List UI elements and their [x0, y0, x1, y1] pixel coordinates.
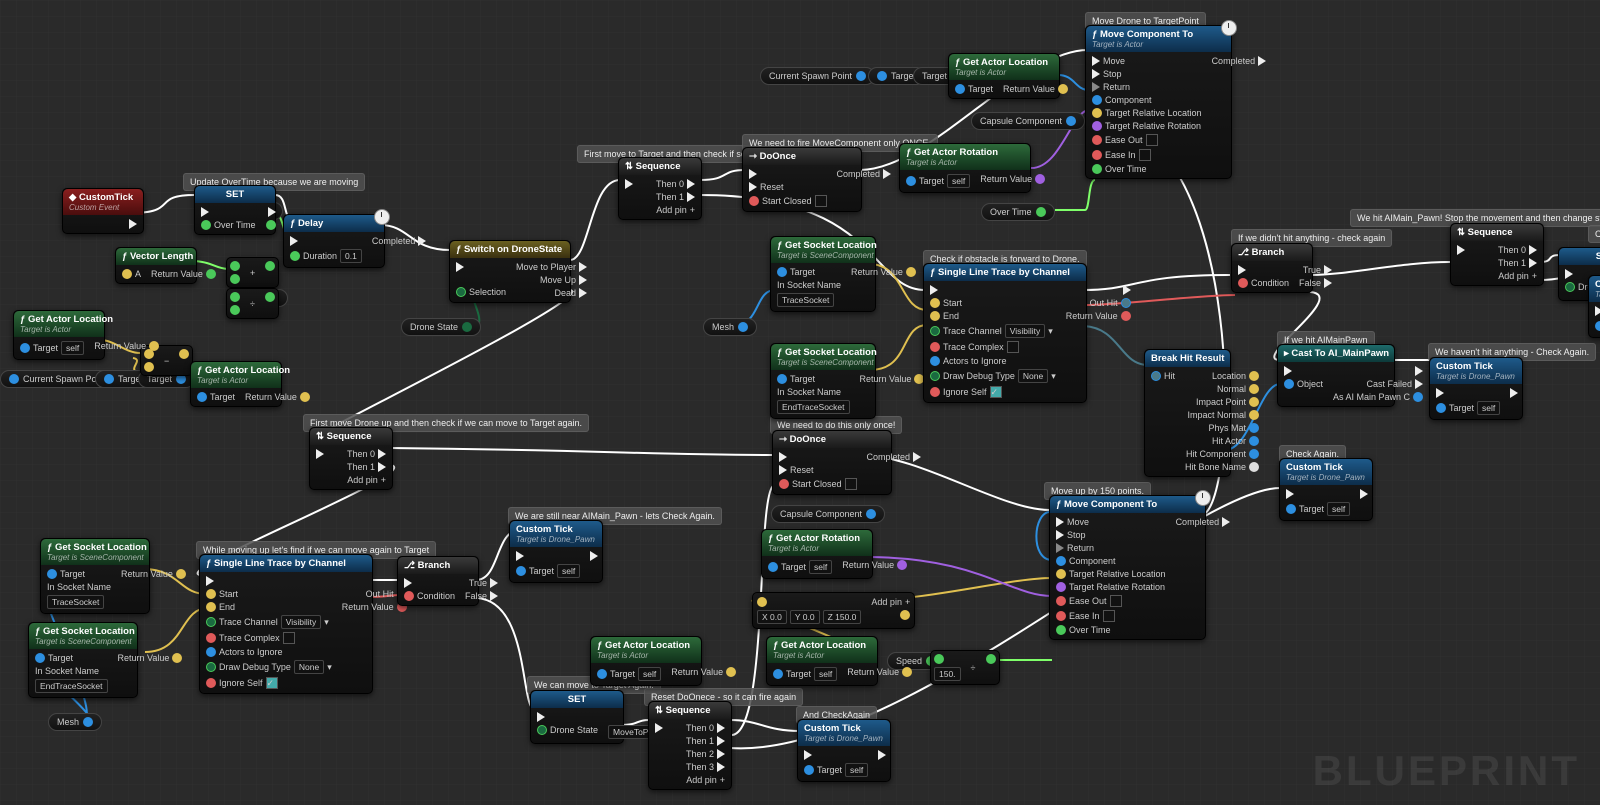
- sequence-node4[interactable]: ⇅ Sequence Then 0 Then 1 Then 2 Then 3 A…: [648, 701, 732, 790]
- branch-node[interactable]: ⎇ Branch Condition TrueFalse: [1231, 243, 1313, 293]
- get-actor-location-node4[interactable]: ƒ Get Actor LocationTarget is Actor Targ…: [590, 636, 702, 686]
- customtick-call-node2[interactable]: Custom TickTarget is Drone_Pawn Target s…: [1429, 357, 1523, 420]
- customtick-call-node4[interactable]: Custom TickTarget is Drone_Pawn Target s…: [509, 520, 603, 583]
- line-trace-node[interactable]: ƒ Single Line Trace by Channel Start End…: [923, 263, 1087, 403]
- var-drone-state[interactable]: Drone State: [401, 318, 481, 336]
- branch-node2[interactable]: ⎇ Branch Condition TrueFalse: [397, 556, 479, 606]
- add-node[interactable]: +: [226, 257, 279, 288]
- var-current-spawn-point2[interactable]: Current Spawn Point: [760, 67, 875, 85]
- comment: Check Again: [1588, 225, 1600, 243]
- var-mesh2[interactable]: Mesh: [48, 713, 102, 731]
- clock-icon: [374, 209, 390, 225]
- doonce-node[interactable]: ⇾ DoOnce Reset Start Closed Completed: [742, 147, 862, 212]
- watermark: BLUEPRINT: [1313, 747, 1580, 795]
- line-trace-node2[interactable]: ƒ Single Line Trace by Channel Start End…: [199, 554, 373, 694]
- sequence-node3[interactable]: ⇅ Sequence Then 0 Then 1 Add pin +: [309, 427, 393, 490]
- cast-pawn-node[interactable]: ▸ Cast To AI_MainPawn Object Cast Failed…: [1277, 344, 1395, 407]
- var-capsule2[interactable]: Capsule Component: [771, 505, 885, 523]
- get-actor-location-node[interactable]: ƒ Get Actor LocationTarget is Actor Targ…: [13, 310, 105, 360]
- var-capsule[interactable]: Capsule Component: [971, 112, 1085, 130]
- customtick-call-node[interactable]: Custom TickTarget is Drone_Paw Target se…: [1588, 275, 1600, 338]
- customtick-call-node3[interactable]: Custom TickTarget is Drone_Pawn Target s…: [1279, 458, 1373, 521]
- var-over-time2[interactable]: Over Time: [981, 203, 1055, 221]
- get-actor-location-node2[interactable]: ƒ Get Actor LocationTarget is Actor Targ…: [190, 361, 282, 407]
- clock-icon: [1221, 20, 1237, 36]
- move-component-to-node2[interactable]: ƒ Move Component To Move Stop Return Com…: [1049, 495, 1206, 640]
- break-hit-result-node[interactable]: Break Hit Result Hit Location Normal Imp…: [1144, 349, 1231, 477]
- get-actor-location-node3[interactable]: ƒ Get Actor LocationTarget is Actor Targ…: [948, 53, 1060, 99]
- var-mesh[interactable]: Mesh: [703, 318, 757, 336]
- get-actor-location-node5[interactable]: ƒ Get Actor LocationTarget is Actor Targ…: [766, 636, 878, 686]
- doonce-node2[interactable]: ⇾ DoOnce Reset Start Closed Completed: [772, 430, 892, 495]
- switch-dronestate-node[interactable]: ƒ Switch on DroneState Selection Move to…: [449, 240, 571, 303]
- event-icon: ◆: [69, 192, 79, 203]
- vector-length-node[interactable]: ƒ Vector Length A Return Value: [115, 247, 197, 284]
- set-overtime-node[interactable]: SET Over Time: [194, 185, 276, 235]
- get-socket-location-node3[interactable]: ƒ Get Socket LocationTarget is SceneComp…: [40, 538, 150, 614]
- get-socket-location-node[interactable]: ƒ Get Socket LocationTarget is SceneComp…: [770, 236, 876, 312]
- sequence-node[interactable]: ⇅ Sequence Then 0 Then 1 Add pin +: [618, 157, 702, 220]
- delay-node[interactable]: ƒ Delay Duration 0.1 Completed: [283, 214, 385, 268]
- get-actor-rotation-node2[interactable]: ƒ Get Actor RotationTarget is Actor Targ…: [761, 529, 873, 579]
- divide-node[interactable]: ÷: [226, 288, 279, 319]
- get-socket-location-node4[interactable]: ƒ Get Socket LocationTarget is SceneComp…: [28, 622, 138, 698]
- clock-icon: [1195, 490, 1211, 506]
- get-actor-rotation-node[interactable]: ƒ Get Actor RotationTarget is Actor Targ…: [899, 143, 1031, 193]
- get-socket-location-node2[interactable]: ƒ Get Socket LocationTarget is SceneComp…: [770, 343, 876, 419]
- make-vector-node[interactable]: X 0.0Y 0.0Z 150.0 Add pin +: [752, 592, 915, 629]
- set-dronestate-node2[interactable]: SET Drone State MoveToPlayer ▾: [530, 690, 624, 744]
- customtick-call-node5[interactable]: Custom TickTarget is Drone_Pawn Target s…: [797, 719, 891, 782]
- sequence-node2[interactable]: ⇅ Sequence Then 0 Then 1 Add pin +: [1450, 223, 1544, 286]
- divide-node2[interactable]: 150. ÷: [930, 650, 1000, 685]
- move-component-to-node[interactable]: ƒ Move Component ToTarget is Actor Move …: [1085, 25, 1232, 179]
- customtick-event-node[interactable]: ◆ CustomTickCustom Event: [62, 188, 144, 234]
